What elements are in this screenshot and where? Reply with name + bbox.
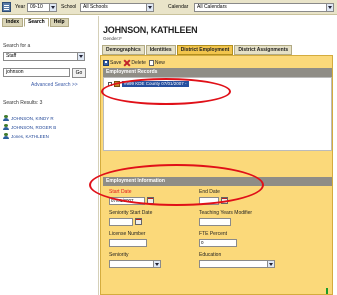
education-select[interactable] [199, 260, 275, 268]
start-date-input[interactable]: 07/01/2007 [109, 197, 145, 205]
list-item[interactable]: Jones, KATHLEEN [3, 133, 49, 139]
list-item[interactable]: JOHNSON, KINDY R [3, 115, 54, 121]
gender-text: Gender:F [103, 36, 123, 41]
advanced-search-link[interactable]: Advanced Search >> [31, 82, 78, 88]
tab-demographics[interactable]: Demographics [102, 45, 145, 55]
search-input[interactable]: johnson [3, 68, 70, 77]
end-date-input[interactable] [199, 197, 219, 205]
sidebar: Index Search Help Search for a Staff joh… [0, 16, 99, 295]
calendar-icon[interactable] [135, 218, 142, 225]
delete-label: Delete [131, 59, 146, 66]
chevron-down-icon [326, 4, 333, 11]
start-date-label: Start Date [109, 189, 132, 195]
seniority-start-date-label: Seniority Start Date [109, 210, 153, 216]
delete-icon [124, 60, 130, 66]
tab-index[interactable]: Index [2, 18, 24, 27]
fte-percent-label: FTE Percent [199, 231, 228, 237]
person-icon [3, 115, 9, 121]
search-results-label: Search Results: 3 [3, 100, 43, 106]
chevron-down-icon [77, 53, 84, 60]
search-value: johnson [6, 69, 24, 75]
result-label: Jones, KATHLEEN [11, 133, 49, 139]
building-icon [114, 81, 120, 87]
top-bar: Year 09-10 School All Schools Calendar A… [0, 0, 337, 15]
chevron-down-icon [146, 4, 153, 11]
school-select[interactable]: All Schools [80, 3, 154, 12]
school-label: School [61, 4, 77, 10]
employment-information-form: Start Date 07/01/2007 End Date Seniority… [103, 186, 332, 294]
tab-identities[interactable]: Identities [145, 45, 176, 55]
list-item[interactable]: #999 KDE County 07/01/2007 - [108, 81, 189, 87]
person-icon [3, 133, 9, 139]
new-label: New [154, 59, 165, 66]
page-title: JOHNSON, KATHLEEN [103, 25, 198, 35]
search-type-select[interactable]: Staff [3, 52, 85, 61]
new-icon [148, 59, 154, 66]
result-label: JOHNSON, ROGER B [11, 124, 57, 130]
new-button[interactable]: New [148, 59, 165, 66]
calendar-label: Calendar [168, 4, 189, 10]
delete-button[interactable]: Delete [124, 60, 145, 66]
save-label: Save [110, 59, 122, 66]
license-number-input[interactable] [109, 239, 147, 247]
employment-records-list: #999 KDE County 07/01/2007 - [103, 77, 332, 151]
tab-district-employment[interactable]: District Employment [176, 45, 234, 55]
sidebar-tabs: Index Search Help [2, 18, 69, 27]
teaching-years-modifier-input[interactable] [199, 218, 231, 226]
go-button[interactable]: Go [72, 68, 86, 78]
fte-percent-input[interactable]: 0 [199, 239, 237, 247]
calendar-icon[interactable] [147, 197, 154, 204]
education-label: Education [199, 252, 222, 258]
save-button[interactable]: Save [103, 59, 122, 66]
year-select[interactable]: 09-10 [27, 3, 57, 12]
chevron-down-icon [153, 261, 160, 267]
year-value: 09-10 [30, 4, 43, 10]
seniority-label: Seniority [109, 252, 129, 258]
calendar-value: All Calendars [197, 4, 227, 10]
calendar-select[interactable]: All Calendars [194, 3, 334, 12]
result-label: JOHNSON, KINDY R [11, 115, 54, 121]
teaching-years-modifier-label: Teaching Years Modifier [199, 210, 253, 216]
chevron-down-icon [267, 261, 274, 267]
employment-information-header: Employment Information [103, 177, 332, 186]
search-type-value: Staff [6, 53, 17, 59]
person-icon [3, 124, 9, 130]
seniority-select[interactable] [109, 260, 161, 268]
record-label[interactable]: #999 KDE County 07/01/2007 - [122, 81, 189, 87]
employment-panel: Save Delete New Employment Records #999 … [100, 55, 333, 295]
list-item[interactable]: JOHNSON, ROGER B [3, 124, 56, 130]
expand-icon[interactable] [108, 82, 112, 86]
menu-icon[interactable] [2, 2, 11, 12]
save-icon [103, 59, 109, 66]
license-number-label: License Number [109, 231, 146, 237]
tab-district-assignments[interactable]: District Assignments [234, 45, 293, 55]
panel-spacer [103, 151, 332, 177]
calendar-icon[interactable] [221, 197, 228, 204]
tab-search[interactable]: Search [24, 18, 49, 27]
green-marker [326, 288, 328, 294]
year-label: Year [15, 4, 26, 10]
end-date-label: End Date [199, 189, 220, 195]
chevron-down-icon [49, 4, 56, 11]
tab-help[interactable]: Help [49, 18, 69, 27]
employment-records-header: Employment Records [103, 68, 332, 77]
toolbar: Save Delete New [103, 58, 165, 67]
main-content: JOHNSON, KATHLEEN Gender:F Demographics … [100, 16, 337, 295]
school-value: All Schools [83, 4, 108, 10]
search-for-label: Search for a [3, 43, 31, 49]
main-tabs: Demographics Identities District Employm… [102, 45, 293, 55]
seniority-start-date-input[interactable] [109, 218, 133, 226]
